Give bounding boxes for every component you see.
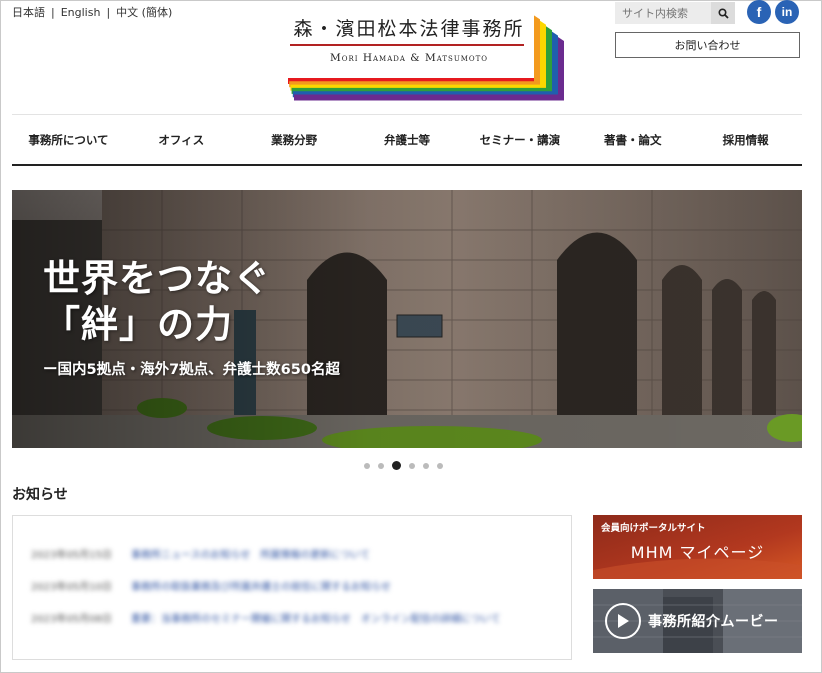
nav-bottom-divider <box>12 164 802 166</box>
news-title[interactable]: 事務所ニュースのお知らせ 所属情報の更新について <box>131 546 370 561</box>
lang-separator: | <box>106 6 111 19</box>
carousel-dot[interactable] <box>364 462 370 469</box>
news-item[interactable]: 2023年05月08日 重要：当事務所のセミナー開催に関するお知らせ オンライン… <box>31 610 501 625</box>
hero-title-line2: 「絆」の力 <box>43 303 233 346</box>
news-date: 2023年05月15日 <box>31 550 112 561</box>
nav-item-practice-areas[interactable]: 業務分野 <box>238 115 351 164</box>
firm-movie-banner[interactable]: 事務所紹介ムービー <box>593 589 802 653</box>
search-input[interactable] <box>615 2 711 24</box>
carousel-dots <box>364 461 443 470</box>
nav-item-seminars[interactable]: セミナー・講演 <box>463 115 576 164</box>
site-search <box>615 2 735 24</box>
news-date: 2023年05月10日 <box>31 582 112 593</box>
nav-item-lawyers[interactable]: 弁護士等 <box>351 115 464 164</box>
lang-separator: | <box>51 6 55 19</box>
nav-item-careers[interactable]: 採用情報 <box>689 115 802 164</box>
carousel-dot[interactable] <box>392 461 401 470</box>
logo-rule <box>290 44 524 46</box>
logo-name-en: Mori Hamada & Matsumoto <box>284 52 534 64</box>
news-title[interactable]: 事務所の取扱業務及び所属弁護士の就任に関するお知らせ <box>131 578 391 593</box>
lang-japanese[interactable]: 日本語 <box>12 6 45 19</box>
search-icon <box>717 7 729 19</box>
news-date: 2023年05月08日 <box>31 614 112 625</box>
nav-item-about[interactable]: 事務所について <box>12 115 125 164</box>
movie-title: 事務所紹介ムービー <box>648 614 779 630</box>
language-switcher: 日本語 | English | 中文 (簡体) <box>12 4 172 20</box>
hero-title: 世界をつなぐ 「絆」の力 <box>43 256 271 348</box>
site-logo[interactable]: 森・濱田松本法律事務所 Mori Hamada & Matsumoto <box>284 8 580 102</box>
nav-item-offices[interactable]: オフィス <box>125 115 238 164</box>
news-title[interactable]: 重要：当事務所のセミナー開催に関するお知らせ オンライン配信の詳細について <box>131 610 501 625</box>
news-item[interactable]: 2023年05月15日 事務所ニュースのお知らせ 所属情報の更新について <box>31 546 370 561</box>
mhm-mypage-banner[interactable]: 会員向けポータルサイト MHM マイページ <box>593 515 802 579</box>
play-icon <box>618 614 629 628</box>
news-heading: お知らせ <box>12 487 68 503</box>
hero-subtitle: ー国内5拠点・海外7拠点、弁護士数650名超 <box>43 362 340 378</box>
news-item[interactable]: 2023年05月10日 事務所の取扱業務及び所属弁護士の就任に関するお知らせ <box>31 578 391 593</box>
carousel-dot[interactable] <box>378 462 384 469</box>
hero-slide[interactable]: 世界をつなぐ 「絆」の力 ー国内5拠点・海外7拠点、弁護士数650名超 <box>12 190 802 448</box>
contact-button[interactable]: お問い合わせ <box>615 32 800 58</box>
hero-title-line1: 世界をつなぐ <box>43 257 271 300</box>
linkedin-icon[interactable]: in <box>775 0 799 24</box>
main-navigation: 事務所について オフィス 業務分野 弁護士等 セミナー・講演 著書・論文 採用情… <box>12 115 802 164</box>
portal-caption: 会員向けポータルサイト <box>601 523 706 534</box>
carousel-dot[interactable] <box>423 462 429 469</box>
facebook-icon[interactable]: f <box>747 0 771 24</box>
lang-english[interactable]: English <box>61 6 101 19</box>
carousel-dot[interactable] <box>409 462 415 469</box>
carousel-dot[interactable] <box>437 462 443 469</box>
play-button[interactable] <box>605 603 641 639</box>
nav-item-publications[interactable]: 著書・論文 <box>576 115 689 164</box>
logo-name-jp: 森・濱田松本法律事務所 <box>293 18 525 40</box>
portal-title: MHM マイページ <box>630 543 765 562</box>
lang-chinese[interactable]: 中文 (簡体) <box>116 6 172 19</box>
search-button[interactable] <box>711 2 735 24</box>
news-list: 2023年05月15日 事務所ニュースのお知らせ 所属情報の更新について 202… <box>12 515 572 660</box>
logo-name-en-text: Mori Hamada & Matsumoto <box>329 52 489 64</box>
